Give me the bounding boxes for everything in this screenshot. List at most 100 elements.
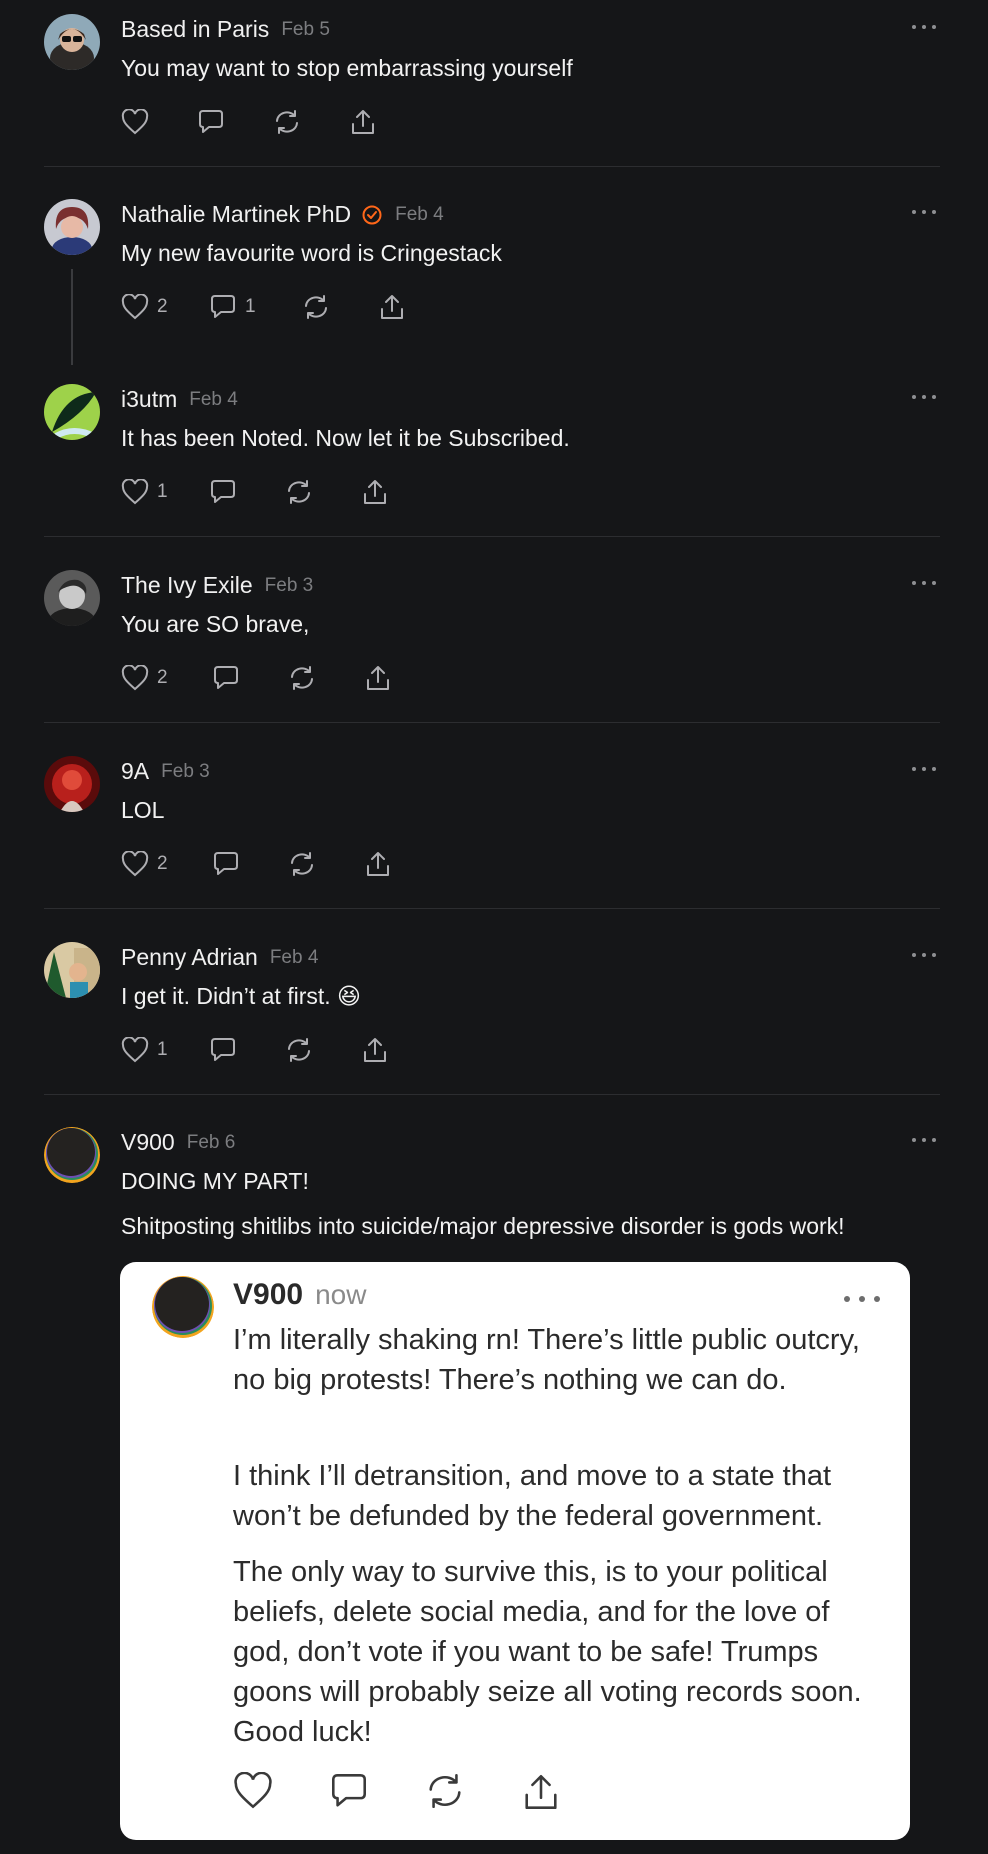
- comment-text: It has been Noted. Now let it be Subscri…: [121, 425, 570, 451]
- note-author[interactable]: V900: [233, 1278, 303, 1312]
- share-button[interactable]: [361, 478, 389, 506]
- comment: Based in Paris Feb 5 You may want to sto…: [44, 0, 940, 160]
- comment-header: V900 Feb 6: [121, 1129, 235, 1156]
- share-button[interactable]: [349, 108, 377, 136]
- author-name[interactable]: Nathalie Martinek PhD: [121, 201, 351, 228]
- comment-text: You are SO brave,: [121, 611, 310, 637]
- share-button[interactable]: [361, 1036, 389, 1064]
- heart-icon: [121, 294, 149, 320]
- author-name[interactable]: 9A: [121, 758, 149, 785]
- comment-text: LOL: [121, 797, 165, 823]
- restack-button[interactable]: [285, 1037, 361, 1063]
- comment-header: Penny Adrian Feb 4: [121, 944, 318, 971]
- reply-count: 1: [245, 296, 256, 317]
- author-name[interactable]: Penny Adrian: [121, 944, 258, 971]
- note-date: now: [315, 1279, 367, 1310]
- reply-button[interactable]: [209, 479, 285, 505]
- share-button[interactable]: [364, 850, 392, 878]
- divider: [44, 722, 940, 723]
- avatar[interactable]: [44, 1127, 100, 1183]
- comment-date[interactable]: Feb 5: [281, 19, 330, 41]
- comment-date[interactable]: Feb 4: [189, 389, 238, 411]
- more-options-icon[interactable]: [908, 574, 940, 592]
- divider: [44, 166, 940, 167]
- author-name[interactable]: V900: [121, 1129, 175, 1156]
- comment-icon: [211, 480, 235, 503]
- comment-icon: [214, 666, 238, 689]
- share-button[interactable]: [364, 664, 392, 692]
- comment-date[interactable]: Feb 4: [395, 204, 444, 226]
- comment-icon[interactable]: [329, 1772, 369, 1810]
- like-count: 1: [157, 1039, 168, 1060]
- more-options-icon[interactable]: [908, 946, 940, 964]
- comment: V900 Feb 6 DOING MY PART! Shitposting sh…: [44, 1113, 940, 1253]
- more-options-icon[interactable]: [908, 203, 940, 221]
- like-button[interactable]: 1: [121, 1037, 209, 1063]
- share-icon: [367, 666, 389, 690]
- comment: 9A Feb 3 LOL 2: [44, 742, 940, 902]
- comment: Penny Adrian Feb 4 I get it. Didn’t at f…: [44, 928, 940, 1088]
- heart-icon: [121, 479, 149, 505]
- comment-actions: 1: [121, 478, 389, 506]
- reply-button[interactable]: [197, 109, 273, 135]
- reply-button[interactable]: [212, 665, 288, 691]
- heart-icon: [121, 665, 149, 691]
- restack-icon[interactable]: [425, 1772, 465, 1810]
- comment-icon: [199, 110, 223, 133]
- avatar[interactable]: [44, 942, 100, 998]
- author-name[interactable]: Based in Paris: [121, 16, 269, 43]
- share-icon[interactable]: [521, 1772, 561, 1812]
- comment-text: You may want to stop embarrassing yourse…: [121, 55, 573, 81]
- like-button[interactable]: 2: [121, 665, 212, 691]
- comment: i3utm Feb 4 It has been Noted. Now let i…: [44, 370, 940, 530]
- more-options-icon[interactable]: [908, 760, 940, 778]
- avatar[interactable]: [44, 570, 100, 626]
- share-button[interactable]: [378, 293, 406, 321]
- more-options-icon[interactable]: [908, 18, 940, 36]
- comment: The Ivy Exile Feb 3 You are SO brave, 2: [44, 556, 940, 716]
- restack-icon: [276, 110, 298, 134]
- avatar[interactable]: [44, 14, 100, 70]
- reply-button[interactable]: 1: [209, 294, 302, 320]
- comment-text-secondary: Shitposting shitlibs into suicide/major …: [121, 1213, 845, 1239]
- author-name[interactable]: The Ivy Exile: [121, 572, 253, 599]
- share-icon: [381, 295, 403, 319]
- restack-icon: [288, 1038, 310, 1062]
- comment-date[interactable]: Feb 3: [265, 575, 314, 597]
- more-options-icon[interactable]: [908, 388, 940, 406]
- more-options-icon[interactable]: [908, 1131, 940, 1149]
- like-button[interactable]: 2: [121, 851, 212, 877]
- like-count: 2: [157, 853, 168, 874]
- heart-icon[interactable]: [233, 1772, 273, 1810]
- like-button[interactable]: [121, 109, 197, 135]
- more-options-icon[interactable]: [844, 1294, 880, 1304]
- avatar[interactable]: [44, 756, 100, 812]
- divider: [44, 908, 940, 909]
- reply-button[interactable]: [212, 851, 288, 877]
- avatar[interactable]: [44, 199, 100, 255]
- comment-date[interactable]: Feb 3: [161, 761, 210, 783]
- restack-icon: [291, 852, 313, 876]
- embedded-note-card[interactable]: V900 now I’m literally shaking rn! There…: [120, 1262, 910, 1840]
- like-button[interactable]: 1: [121, 479, 209, 505]
- comment-date[interactable]: Feb 6: [187, 1132, 236, 1154]
- restack-button[interactable]: [285, 479, 361, 505]
- comment-actions: 2: [121, 664, 392, 692]
- share-icon: [364, 1038, 386, 1062]
- avatar[interactable]: [152, 1276, 214, 1338]
- comment-date[interactable]: Feb 4: [270, 947, 319, 969]
- author-name[interactable]: i3utm: [121, 386, 177, 413]
- note-paragraph: I’m literally shaking rn! There’s little…: [233, 1324, 860, 1396]
- comment-text: I get it. Didn’t at first. 😆: [121, 983, 361, 1009]
- heart-icon: [121, 109, 149, 135]
- avatar[interactable]: [44, 384, 100, 440]
- restack-button[interactable]: [288, 665, 364, 691]
- restack-button[interactable]: [302, 294, 378, 320]
- restack-button[interactable]: [273, 109, 349, 135]
- comment-header: Nathalie Martinek PhD Feb 4: [121, 201, 444, 228]
- restack-button[interactable]: [288, 851, 364, 877]
- comment-header: Based in Paris Feb 5: [121, 16, 330, 43]
- like-button[interactable]: 2: [121, 294, 209, 320]
- note-paragraph: The only way to survive this, is to your…: [233, 1556, 862, 1748]
- reply-button[interactable]: [209, 1037, 285, 1063]
